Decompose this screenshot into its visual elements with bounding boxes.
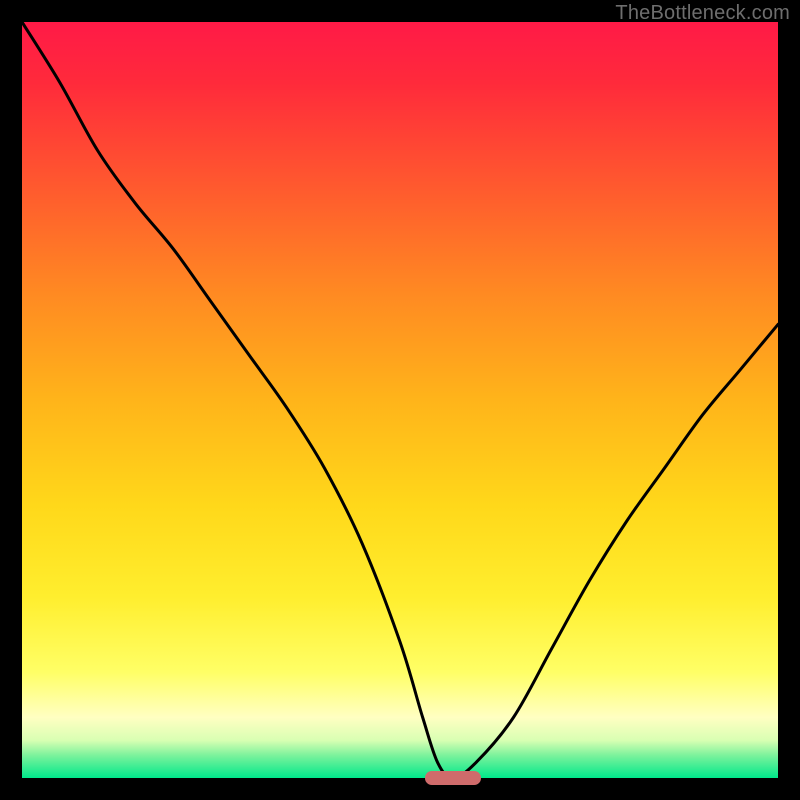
bottleneck-curve [22,22,778,778]
chart-frame: TheBottleneck.com [0,0,800,800]
plot-area [22,22,778,778]
watermark-text: TheBottleneck.com [615,2,790,25]
optimal-marker [425,771,481,785]
